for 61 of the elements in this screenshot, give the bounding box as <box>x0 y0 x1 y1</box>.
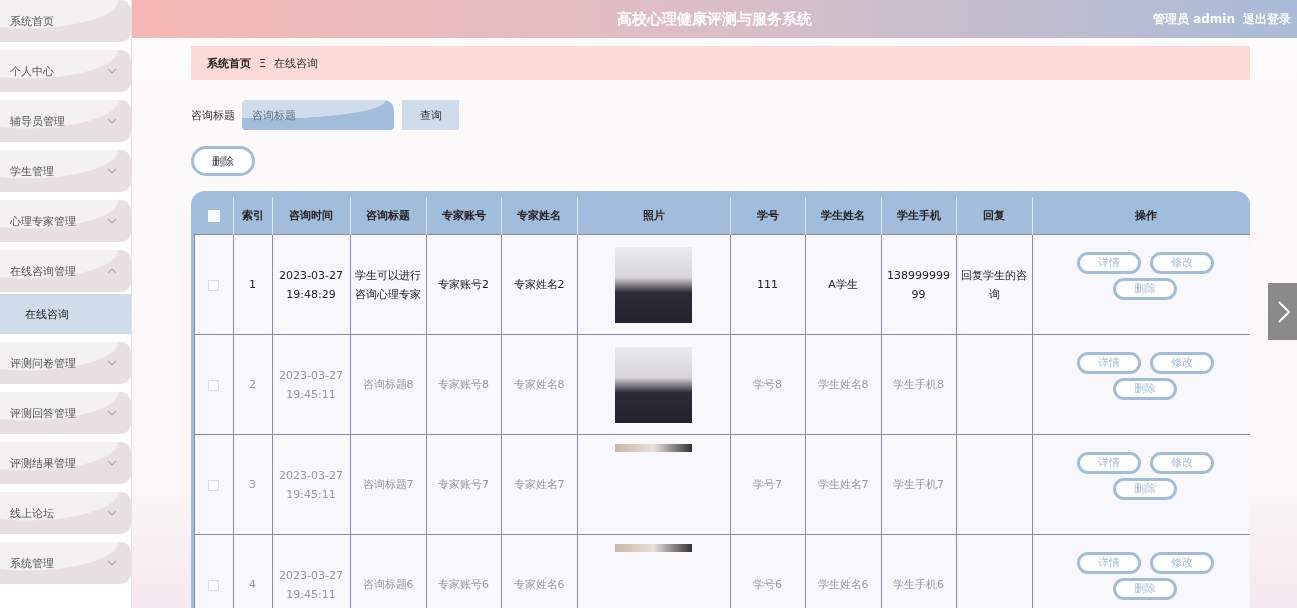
table-cell: 专家姓名7 <box>513 478 565 491</box>
table-cell: 专家姓名6 <box>513 578 565 591</box>
menu-item[interactable]: 辅导员管理 <box>0 100 131 142</box>
search-button[interactable]: 查询 <box>402 100 459 130</box>
table-cell: 学生手机7 <box>893 478 944 491</box>
table-cell: 专家账号6 <box>438 578 489 591</box>
table-cell: A学生 <box>828 278 858 291</box>
table-cell: 专家账号7 <box>438 478 489 491</box>
menu-item[interactable]: 评测结果管理 <box>0 442 131 484</box>
table-cell: 回复学生的咨询 <box>961 268 1027 301</box>
table-cell: 1 <box>249 278 256 291</box>
menu-item[interactable]: 学生管理 <box>0 150 131 192</box>
table-cell: 2023-03-27 19:45:11 <box>279 468 343 501</box>
menu-item[interactable]: 评测回答管理 <box>0 392 131 434</box>
delete-button[interactable]: 删除 <box>191 146 255 176</box>
table-cell: 专家姓名8 <box>513 378 565 391</box>
submenu-item[interactable]: 在线咨询 <box>0 294 131 334</box>
table-cell: 咨询标题6 <box>362 578 414 591</box>
next-button[interactable] <box>1268 283 1297 340</box>
table-cell: 111 <box>757 278 778 291</box>
menu-item[interactable]: 个人中心 <box>0 50 131 92</box>
table-cell: 学生姓名7 <box>817 478 869 491</box>
table-cell: 2 <box>249 378 256 391</box>
table-cell: 13899999999 <box>887 268 950 301</box>
table-cell: 专家账号2 <box>438 278 489 291</box>
menu-item[interactable]: 系统首页 <box>0 0 131 42</box>
menu-item[interactable]: 评测问卷管理 <box>0 342 131 384</box>
breadcrumb-home[interactable]: 系统首页 <box>207 55 251 71</box>
user-label: 管理员 admin <box>1152 10 1235 28</box>
table-cell: 专家账号8 <box>438 378 489 391</box>
row-checkbox[interactable] <box>208 579 220 591</box>
system-title: 高校心理健康评测与服务系统 <box>617 9 812 29</box>
menu-item[interactable]: 心理专家管理 <box>0 200 131 242</box>
breadcrumb-separator: Ξ <box>259 56 266 70</box>
table-cell: 3 <box>249 478 256 491</box>
row-checkbox[interactable] <box>208 379 220 391</box>
menu-item[interactable]: 线上论坛 <box>0 492 131 534</box>
table-cell: 专家姓名2 <box>513 278 565 291</box>
table-cell: 咨询标题7 <box>362 478 414 491</box>
table-cell: 学生手机8 <box>893 378 944 391</box>
menu-item[interactable]: 在线咨询管理 <box>0 250 131 292</box>
table-cell: 2023-03-27 19:48:29 <box>279 268 343 301</box>
search-field[interactable]: 咨询标题 <box>242 100 394 130</box>
table-cell: 2023-03-27 19:45:11 <box>279 568 343 601</box>
table-cell: 学生姓名6 <box>817 578 869 591</box>
table-cell: 学生姓名8 <box>817 378 869 391</box>
row-checkbox[interactable] <box>208 479 220 491</box>
table-cell: 学生手机6 <box>893 578 944 591</box>
breadcrumb-current: 在线咨询 <box>273 55 318 71</box>
row-checkbox[interactable] <box>208 279 220 291</box>
table-cell: 咨询标题8 <box>362 378 414 391</box>
table-cell: 学生可以进行咨询心理专家 <box>355 268 421 301</box>
search-label: 咨询标题 <box>191 107 235 123</box>
table-cell: 学号6 <box>753 578 782 591</box>
table-cell: 学号7 <box>753 478 782 491</box>
menu-item[interactable]: 系统管理 <box>0 542 131 584</box>
select-all-checkbox[interactable] <box>207 210 220 222</box>
chevron-right-icon <box>1278 300 1290 323</box>
table-cell: 4 <box>249 578 256 591</box>
table-cell: 学号8 <box>753 378 782 391</box>
table-cell: 2023-03-27 19:45:11 <box>279 368 343 401</box>
